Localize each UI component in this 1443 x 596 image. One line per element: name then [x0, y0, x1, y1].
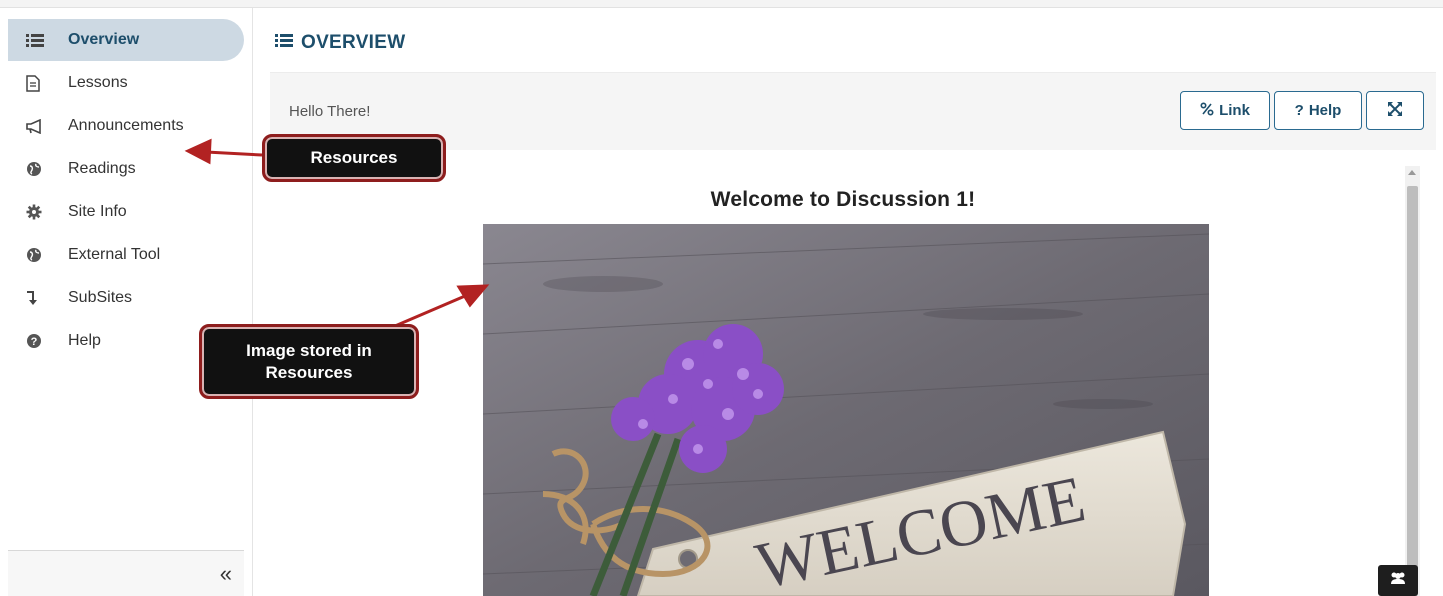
list-icon — [26, 33, 56, 48]
content-scrollbar[interactable] — [1405, 166, 1420, 596]
help-button-label: Help — [1308, 102, 1342, 119]
sidebar-item-label: SubSites — [68, 289, 133, 306]
welcome-image: WELCOME — [483, 224, 1209, 596]
sidebar-item-overview[interactable]: Overview — [8, 19, 244, 61]
collapse-sidebar-button[interactable]: « — [220, 561, 232, 587]
sidebar-item-announcements[interactable]: Announcements — [8, 105, 244, 147]
content-heading: Welcome to Discussion 1! — [710, 188, 976, 211]
document-icon — [26, 74, 56, 92]
portlet-title: Hello There! — [289, 103, 371, 120]
link-icon — [1200, 101, 1214, 120]
callout-image-line2: Resources — [265, 362, 353, 382]
scroll-thumb[interactable] — [1407, 186, 1418, 596]
sidebar-footer: « — [8, 550, 244, 596]
callout-image-line1: Image stored in — [246, 341, 372, 361]
list-icon — [275, 33, 293, 53]
portlet-toolbar: Hello There! Link ? Help — [270, 72, 1436, 150]
top-border — [0, 0, 1443, 8]
sidebar-item-label: Overview — [68, 31, 140, 48]
globe-icon — [26, 161, 56, 177]
gear-icon — [26, 204, 56, 220]
group-icon-button[interactable] — [1378, 565, 1418, 596]
link-button-label: Link — [1219, 102, 1250, 119]
sidebar-item-label: External Tool — [68, 246, 161, 263]
callout-resources: Resources — [262, 134, 446, 182]
page-header: OVERVIEW — [275, 28, 405, 58]
bullhorn-icon — [26, 118, 56, 134]
scroll-up-arrow[interactable] — [1408, 170, 1416, 175]
portlet-content: Welcome to Discussion 1! WELCOME — [270, 150, 1404, 596]
sidebar-item-subsites[interactable]: SubSites — [8, 277, 244, 319]
help-button[interactable]: ? Help — [1274, 91, 1362, 130]
expand-icon — [1387, 101, 1403, 121]
level-down-icon — [26, 290, 56, 306]
sidebar-item-readings[interactable]: Readings — [8, 148, 244, 190]
sidebar-item-lessons[interactable]: Lessons — [8, 62, 244, 104]
sidebar-item-label: Announcements — [68, 117, 184, 134]
maximize-button[interactable] — [1366, 91, 1424, 130]
callout-image-stored: Image stored in Resources — [199, 324, 419, 399]
group-icon — [1389, 571, 1407, 590]
callout-resources-text: Resources — [310, 148, 398, 168]
link-button[interactable]: Link — [1180, 91, 1270, 130]
sidebar-item-label: Lessons — [68, 74, 128, 91]
page-title: OVERVIEW — [301, 32, 406, 53]
sidebar-item-label: Readings — [68, 160, 136, 177]
sidebar-item-external-tool[interactable]: External Tool — [8, 234, 244, 276]
sidebar-item-site-info[interactable]: Site Info — [8, 191, 244, 233]
sidebar-item-label: Help — [68, 332, 101, 349]
globe-icon — [26, 247, 56, 263]
sidebar: Overview Lessons Announcements Readings … — [0, 8, 253, 596]
question-icon: ? — [1294, 102, 1304, 119]
question-circle-icon: ? — [26, 333, 56, 349]
sidebar-item-label: Site Info — [68, 203, 127, 220]
svg-text:?: ? — [31, 336, 38, 348]
